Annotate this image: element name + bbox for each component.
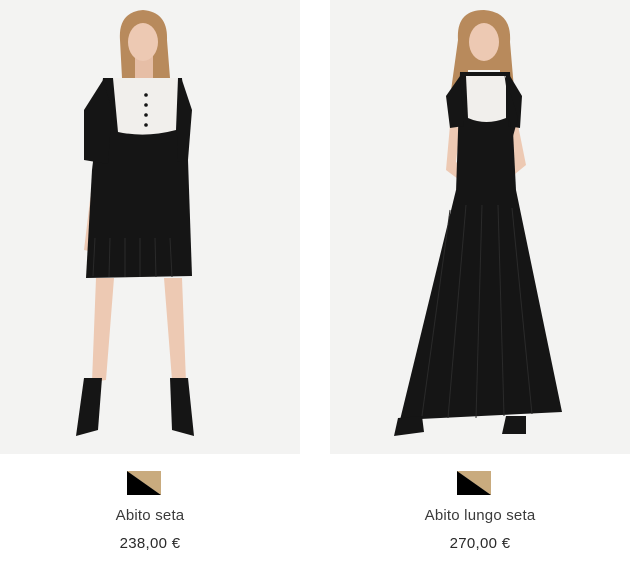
color-swatch-black-beige[interactable]: [127, 471, 161, 495]
swatch-icon: [457, 471, 491, 495]
product-image-short-dress[interactable]: [0, 0, 300, 454]
product-name[interactable]: Abito seta: [0, 507, 300, 524]
product-price: 270,00 €: [449, 535, 511, 552]
short-black-dress-photo: [76, 10, 194, 436]
long-black-dress-photo: [394, 10, 562, 436]
color-swatch-black-beige[interactable]: [457, 471, 491, 495]
product-price: 238,00 €: [119, 535, 181, 552]
product-image-long-dress[interactable]: [330, 0, 630, 454]
product-card[interactable]: Abito seta 238,00 €: [0, 0, 300, 562]
product-card[interactable]: Abito lungo seta 270,00 €: [330, 0, 630, 562]
swatch-icon: [127, 471, 161, 495]
product-name[interactable]: Abito lungo seta: [330, 507, 630, 524]
